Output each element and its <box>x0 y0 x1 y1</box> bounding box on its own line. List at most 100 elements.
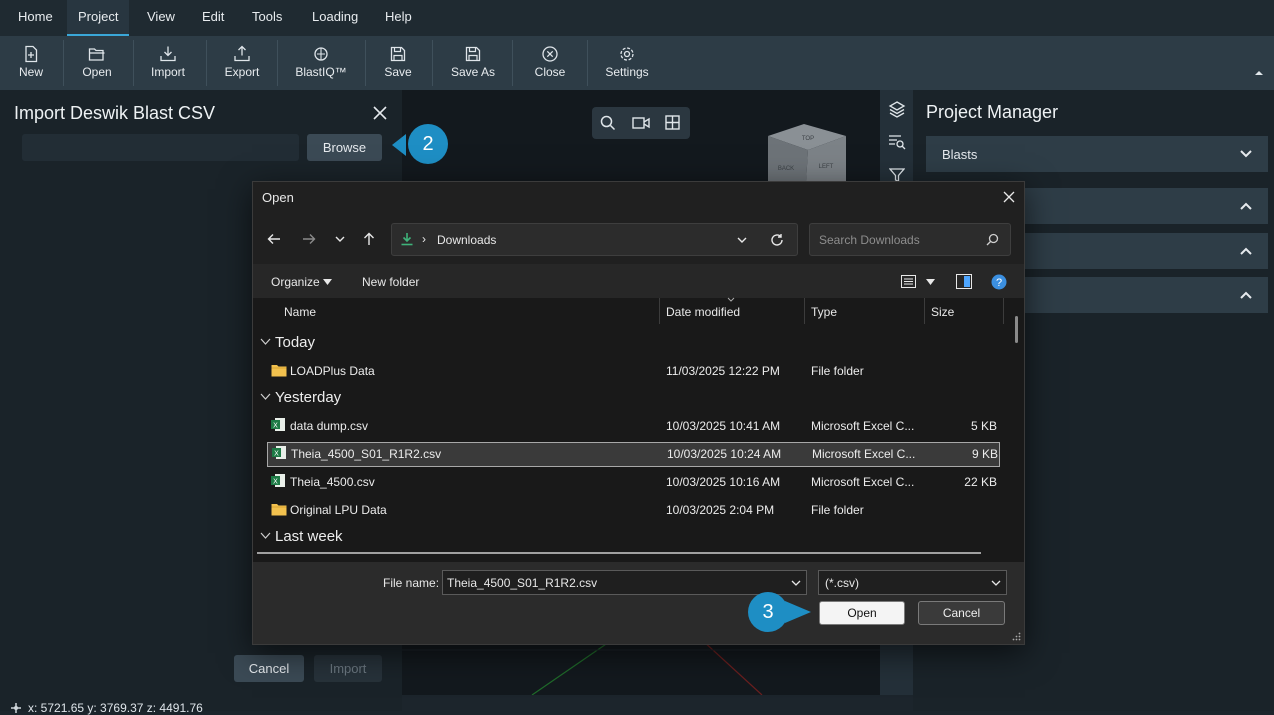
file-type-filter-value: (*.csv) <box>825 576 859 590</box>
settings-button[interactable]: Settings <box>599 36 655 90</box>
group-header-yesterday[interactable]: Yesterday <box>275 389 341 406</box>
help-icon[interactable]: ? <box>991 274 1007 290</box>
list-item[interactable]: LOADPlus Data 11/03/2025 12:22 PM File f… <box>267 360 1000 384</box>
open-button[interactable]: Open <box>819 601 905 625</box>
viewcube-back-label: BACK <box>778 166 794 172</box>
file-type: File folder <box>811 503 864 517</box>
chevron-up-icon <box>1240 247 1252 255</box>
column-header-date[interactable]: Date modified <box>666 305 740 319</box>
forward-arrow-icon[interactable] <box>302 232 316 246</box>
import-button-disabled[interactable]: Import <box>314 655 382 682</box>
search-icon[interactable] <box>600 115 616 131</box>
file-type: File folder <box>811 364 864 378</box>
back-arrow-icon[interactable] <box>267 232 281 246</box>
menu-project[interactable]: Project <box>67 0 130 37</box>
collapse-ribbon-icon[interactable] <box>1254 68 1264 78</box>
toolbar-divider <box>512 40 513 86</box>
export-button[interactable]: Export <box>217 36 267 90</box>
address-dropdown-icon[interactable] <box>736 235 748 245</box>
column-header-size[interactable]: Size <box>931 305 954 319</box>
group-chevron-icon[interactable] <box>260 393 271 401</box>
new-folder-button[interactable]: New folder <box>362 275 419 289</box>
menu-loading[interactable]: Loading <box>301 0 369 34</box>
group-chevron-icon[interactable] <box>260 532 271 540</box>
blasts-section-label: Blasts <box>942 147 978 162</box>
breadcrumb[interactable]: Downloads <box>437 233 496 247</box>
import-panel-title: Import Deswik Blast CSV <box>14 103 216 123</box>
open-button[interactable]: Open <box>72 36 122 90</box>
menu-home[interactable]: Home <box>7 0 64 34</box>
view-options-icon[interactable] <box>901 275 916 288</box>
export-icon <box>234 45 250 62</box>
list-item[interactable]: X data dump.csv 10/03/2025 10:41 AM Micr… <box>267 415 1000 439</box>
group-header-last-week[interactable]: Last week <box>275 528 343 545</box>
cancel-button[interactable]: Cancel <box>918 601 1005 625</box>
menu-edit[interactable]: Edit <box>191 0 235 34</box>
list-search-icon[interactable] <box>888 134 906 150</box>
file-name-input[interactable]: Theia_4500_S01_R1R2.csv <box>442 570 807 595</box>
excel-file-icon: X <box>271 474 285 487</box>
file-path-input[interactable] <box>22 134 299 161</box>
settings-label: Settings <box>605 65 649 79</box>
file-name-dropdown-icon[interactable] <box>791 580 801 587</box>
address-bar[interactable]: › Downloads <box>391 223 798 256</box>
organize-dropdown-icon <box>323 279 332 285</box>
file-list: Name Date modified Type Size Today LOADP… <box>253 297 1024 562</box>
export-label: Export <box>224 65 260 79</box>
preview-pane-icon[interactable] <box>956 274 972 289</box>
close-icon[interactable] <box>373 106 387 120</box>
vertical-scrollbar[interactable] <box>1015 316 1018 343</box>
new-button[interactable]: New <box>6 36 56 90</box>
file-name-value: Theia_4500_S01_R1R2.csv <box>447 576 598 590</box>
list-item[interactable]: X Theia_4500.csv 10/03/2025 10:16 AM Mic… <box>267 471 1000 495</box>
import-button[interactable]: Import <box>143 36 193 90</box>
blasts-section[interactable]: Blasts <box>926 136 1268 172</box>
toolbar-divider <box>63 40 64 86</box>
view-dropdown-icon[interactable] <box>926 279 935 285</box>
save-button[interactable]: Save <box>373 36 423 90</box>
column-header-name[interactable]: Name <box>284 305 316 319</box>
callout-pointer <box>392 134 406 156</box>
close-button[interactable]: Close <box>524 36 576 90</box>
filter-dropdown-icon[interactable] <box>991 580 1001 587</box>
menu-tools[interactable]: Tools <box>241 0 293 34</box>
excel-file-icon: X <box>271 418 285 431</box>
list-item-selected[interactable]: X Theia_4500_S01_R1R2.csv 10/03/2025 10:… <box>267 442 1000 467</box>
browse-button[interactable]: Browse <box>307 134 382 161</box>
search-downloads-input[interactable]: Search Downloads <box>809 223 1011 256</box>
resize-grip-icon[interactable] <box>1012 632 1021 641</box>
grid-icon[interactable] <box>665 115 680 130</box>
file-type-filter-select[interactable]: (*.csv) <box>818 570 1007 595</box>
layers-icon[interactable] <box>888 100 906 118</box>
file-name: data dump.csv <box>290 419 369 433</box>
toolbar-divider <box>277 40 278 86</box>
group-header-today[interactable]: Today <box>275 334 315 351</box>
list-item[interactable]: Original LPU Data 10/03/2025 2:04 PM Fil… <box>267 499 1000 523</box>
camera-icon[interactable] <box>632 116 650 130</box>
file-name: Theia_4500.csv <box>290 475 375 489</box>
cursor-coordinates: x: 5721.65 y: 3769.37 z: 4491.76 <box>28 701 203 715</box>
blastiq-button[interactable]: BlastIQ™ <box>288 36 354 90</box>
dialog-footer: File name: Theia_4500_S01_R1R2.csv (*.cs… <box>253 562 1024 644</box>
import-label: Import <box>150 65 185 79</box>
refresh-icon[interactable] <box>770 233 784 247</box>
chevron-up-icon <box>1240 202 1252 210</box>
dialog-close-icon[interactable] <box>1003 191 1015 203</box>
up-arrow-icon[interactable] <box>362 232 376 246</box>
recent-locations-chevron-icon[interactable] <box>334 234 346 244</box>
column-header-type[interactable]: Type <box>811 305 837 319</box>
group-chevron-icon[interactable] <box>260 338 271 346</box>
menu-help[interactable]: Help <box>374 0 423 34</box>
column-divider <box>924 298 925 324</box>
import-icon <box>160 46 176 62</box>
sort-indicator-icon <box>727 297 735 302</box>
column-divider <box>804 298 805 324</box>
save-as-button[interactable]: Save As <box>443 36 503 90</box>
column-divider <box>1003 298 1004 324</box>
cancel-button[interactable]: Cancel <box>234 655 304 682</box>
horizontal-scrollbar[interactable] <box>257 552 981 554</box>
blastiq-icon <box>314 47 328 61</box>
organize-button[interactable]: Organize <box>271 275 320 289</box>
menu-view[interactable]: View <box>136 0 186 34</box>
view-cube[interactable]: TOP BACK LEFT <box>764 122 848 182</box>
